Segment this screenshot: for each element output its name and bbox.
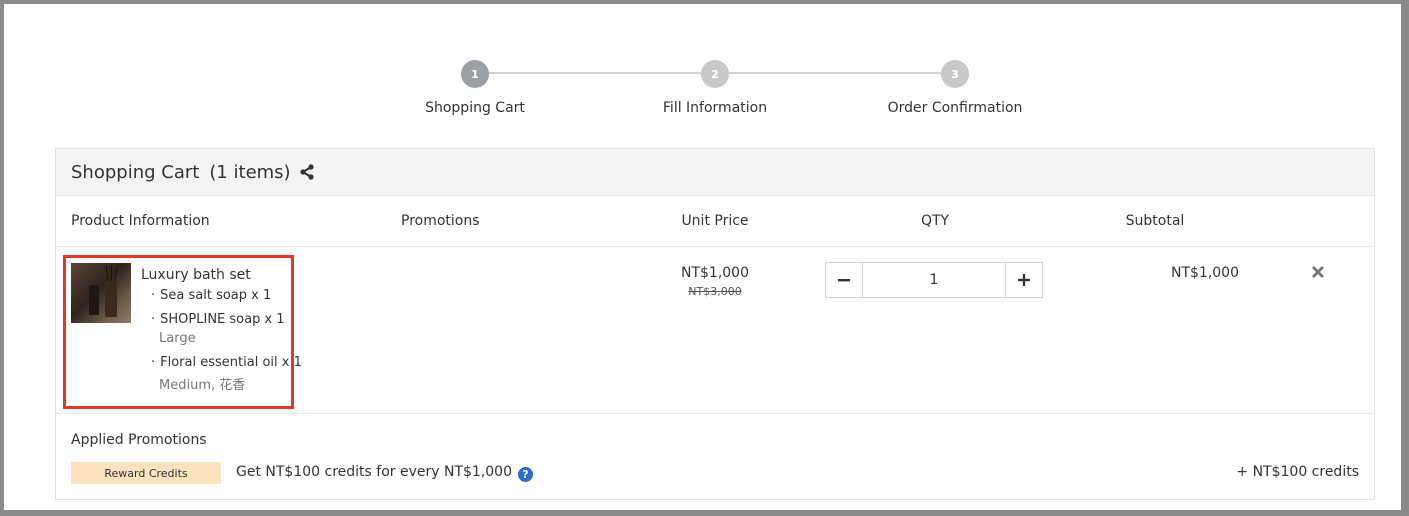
remove-item-button[interactable] <box>1311 263 1325 284</box>
increase-qty-button[interactable] <box>1005 263 1042 297</box>
promotion-description: Get NT$100 credits for every NT$1,000? <box>236 464 533 482</box>
cart-title: Shopping Cart <box>71 161 200 183</box>
cart-header: Shopping Cart (1 items) <box>56 149 1374 196</box>
close-icon <box>1311 265 1325 279</box>
step-1-label: Shopping Cart <box>425 100 525 116</box>
step-1-indicator: 1 <box>461 60 489 88</box>
checkout-steps: 1 Shopping Cart 2 Fill Information 3 Ord… <box>4 4 1401 144</box>
decrease-qty-button[interactable] <box>826 263 863 297</box>
bundle-item: · Floral essential oil x 1 <box>151 355 302 370</box>
plus-icon <box>1018 274 1030 286</box>
column-product-information: Product Information <box>71 213 210 229</box>
column-qty: QTY <box>920 213 950 229</box>
thumbnail-detail <box>89 285 99 315</box>
bundle-item-label: Floral essential oil x 1 <box>160 355 302 370</box>
product-name[interactable]: Luxury bath set <box>141 267 251 283</box>
step-3-indicator: 3 <box>941 60 969 88</box>
unit-price: NT$1,000 <box>680 265 749 281</box>
product-thumbnail[interactable] <box>71 263 131 323</box>
cart-item-row: Luxury bath set · Sea salt soap x 1 · SHOP… <box>56 247 1374 414</box>
column-promotions: Promotions <box>401 213 480 229</box>
promotion-text: Get NT$100 credits for every NT$1,000 <box>236 464 512 480</box>
bundle-item-label: Sea salt soap x 1 <box>160 288 272 303</box>
quantity-input[interactable]: 1 <box>863 263 1005 297</box>
step-2-indicator: 2 <box>701 60 729 88</box>
bundle-item: · SHOPLINE soap x 1 <box>151 312 285 327</box>
step-connector <box>729 72 941 74</box>
applied-promotions-title: Applied Promotions <box>71 432 207 448</box>
cart-item-count: (1 items) <box>209 161 291 183</box>
step-3-label: Order Confirmation <box>887 100 1023 116</box>
bundle-item: · Sea salt soap x 1 <box>151 288 272 303</box>
bundle-item-label: SHOPLINE soap x 1 <box>160 312 285 327</box>
quantity-stepper: 1 <box>825 262 1043 298</box>
original-price: NT$3,000 <box>688 285 742 298</box>
minus-icon <box>838 279 850 282</box>
reward-credits-badge: Reward Credits <box>71 462 221 484</box>
promotion-credits: + NT$100 credits <box>1236 464 1359 480</box>
column-subtotal: Subtotal <box>1125 213 1185 229</box>
step-connector <box>489 72 701 74</box>
cart-column-headers: Product Information Promotions Unit Pric… <box>56 196 1374 247</box>
bundle-item-variant: Large <box>159 331 196 346</box>
item-subtotal: NT$1,000 <box>1170 265 1239 281</box>
cart-panel: Shopping Cart (1 items) Product Informat… <box>55 148 1375 500</box>
share-icon[interactable] <box>299 164 315 180</box>
step-2-label: Fill Information <box>662 100 768 116</box>
thumbnail-detail <box>105 281 117 317</box>
help-icon[interactable]: ? <box>518 467 533 482</box>
checkout-page: 1 Shopping Cart 2 Fill Information 3 Ord… <box>4 4 1401 510</box>
column-unit-price: Unit Price <box>681 213 749 229</box>
bundle-item-variant: Medium, 花香 <box>159 378 246 393</box>
